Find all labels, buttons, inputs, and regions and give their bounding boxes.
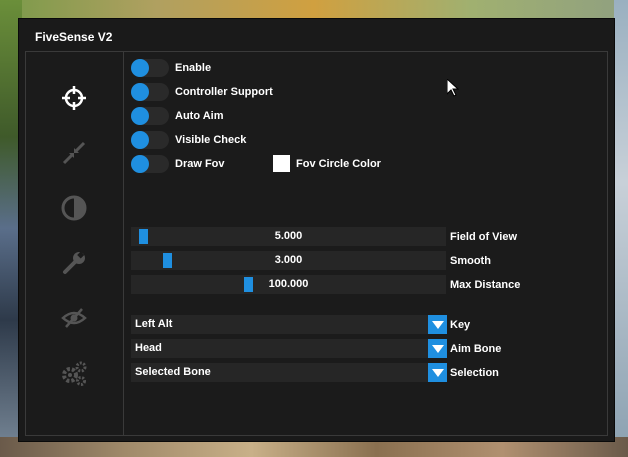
background-top [0,0,628,18]
max-distance-slider[interactable]: 100.000 [131,275,446,294]
shrink-icon[interactable] [60,139,88,167]
aim-bone-dropdown[interactable]: Head [131,339,447,358]
toggle-knob [131,107,149,125]
toggle-row-draw-fov[interactable]: Draw Fov [131,155,225,173]
toggle-row-visible-check[interactable]: Visible Check [131,131,246,149]
max-distance-value: 100.000 [268,278,309,290]
eye-slash-icon[interactable] [60,304,88,332]
auto-aim-label: Auto Aim [175,110,224,122]
selection-label: Selection [450,367,499,379]
crosshair-icon[interactable] [60,84,88,112]
window-title: FiveSense V2 [35,30,113,44]
toggle-knob [131,59,149,77]
field-of-view-value: 5.000 [274,230,303,242]
chevron-down-icon[interactable] [428,339,447,358]
gears-icon[interactable] [60,359,88,387]
key-value: Left Alt [135,318,173,330]
field-of-view-label: Field of View [450,231,518,243]
toggle-row-enable[interactable]: Enable [131,59,211,77]
toggle-knob [131,131,149,149]
content-panel: Enable Controller Support Auto Aim Visib… [25,51,608,436]
auto-aim-toggle[interactable] [131,107,169,125]
smooth-slider[interactable]: 3.000 [131,251,446,270]
controller-support-label: Controller Support [175,86,273,98]
field-of-view-slider[interactable]: 5.000 [131,227,446,246]
background-right [614,0,628,457]
fov-color-label: Fov Circle Color [296,157,381,170]
sidebar [26,52,124,435]
key-label: Key [450,319,471,331]
key-dropdown[interactable]: Left Alt [131,315,447,334]
visible-check-label: Visible Check [175,134,247,146]
smooth-label: Smooth [450,255,491,267]
visible-check-toggle[interactable] [131,131,169,149]
wrench-icon[interactable] [60,249,88,277]
enable-toggle[interactable] [131,59,169,77]
draw-fov-label: Draw Fov [175,158,225,170]
chevron-down-icon[interactable] [428,363,447,382]
toggle-knob [131,155,149,173]
fov-color-swatch[interactable] [273,155,290,172]
toggle-row-auto-aim[interactable]: Auto Aim [131,107,223,125]
aim-bone-label: Aim Bone [450,343,502,355]
chevron-down-icon[interactable] [428,315,447,334]
selection-dropdown[interactable]: Selected Bone [131,363,447,382]
draw-fov-toggle[interactable] [131,155,169,173]
selection-value: Selected Bone [135,366,211,378]
toggle-row-controller-support[interactable]: Controller Support [131,83,273,101]
smooth-value: 3.000 [274,254,303,266]
mouse-cursor-icon [446,77,460,102]
menu-window: FiveSense V2 Enable Controller Support A… [18,18,615,442]
fov-color-picker[interactable]: Fov Circle Color [273,155,381,172]
contrast-icon[interactable] [60,194,88,222]
controller-support-toggle[interactable] [131,83,169,101]
aim-bone-value: Head [135,342,162,354]
toggle-knob [131,83,149,101]
max-distance-label: Max Distance [450,279,521,291]
enable-label: Enable [175,62,212,74]
